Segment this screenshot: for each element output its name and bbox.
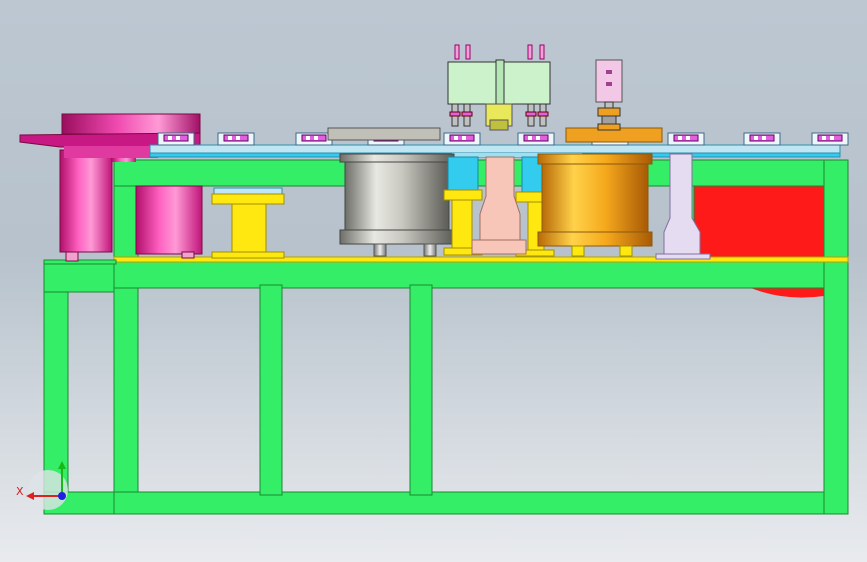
cad-viewport[interactable]: X xyxy=(0,0,867,562)
twin-actuator-module[interactable] xyxy=(447,44,551,131)
machine-assembly-side-view[interactable] xyxy=(0,0,867,562)
x-axis-label: X xyxy=(16,485,24,498)
plate-fixture[interactable] xyxy=(295,132,333,146)
plate-fixture[interactable] xyxy=(667,132,705,146)
fixture-row[interactable] xyxy=(157,132,849,146)
left-yellow-support[interactable] xyxy=(211,187,285,259)
top-plate[interactable] xyxy=(149,144,841,158)
plate-fixture[interactable] xyxy=(217,132,255,146)
plate-fixture[interactable] xyxy=(157,132,195,146)
pink-actuator-module[interactable] xyxy=(595,59,623,131)
plate-fixture[interactable] xyxy=(443,132,481,146)
plate-fixture[interactable] xyxy=(517,132,555,146)
z-axis-dot-icon xyxy=(58,492,66,500)
plate-fixture[interactable] xyxy=(743,132,781,146)
plate-fixture[interactable] xyxy=(811,132,849,146)
